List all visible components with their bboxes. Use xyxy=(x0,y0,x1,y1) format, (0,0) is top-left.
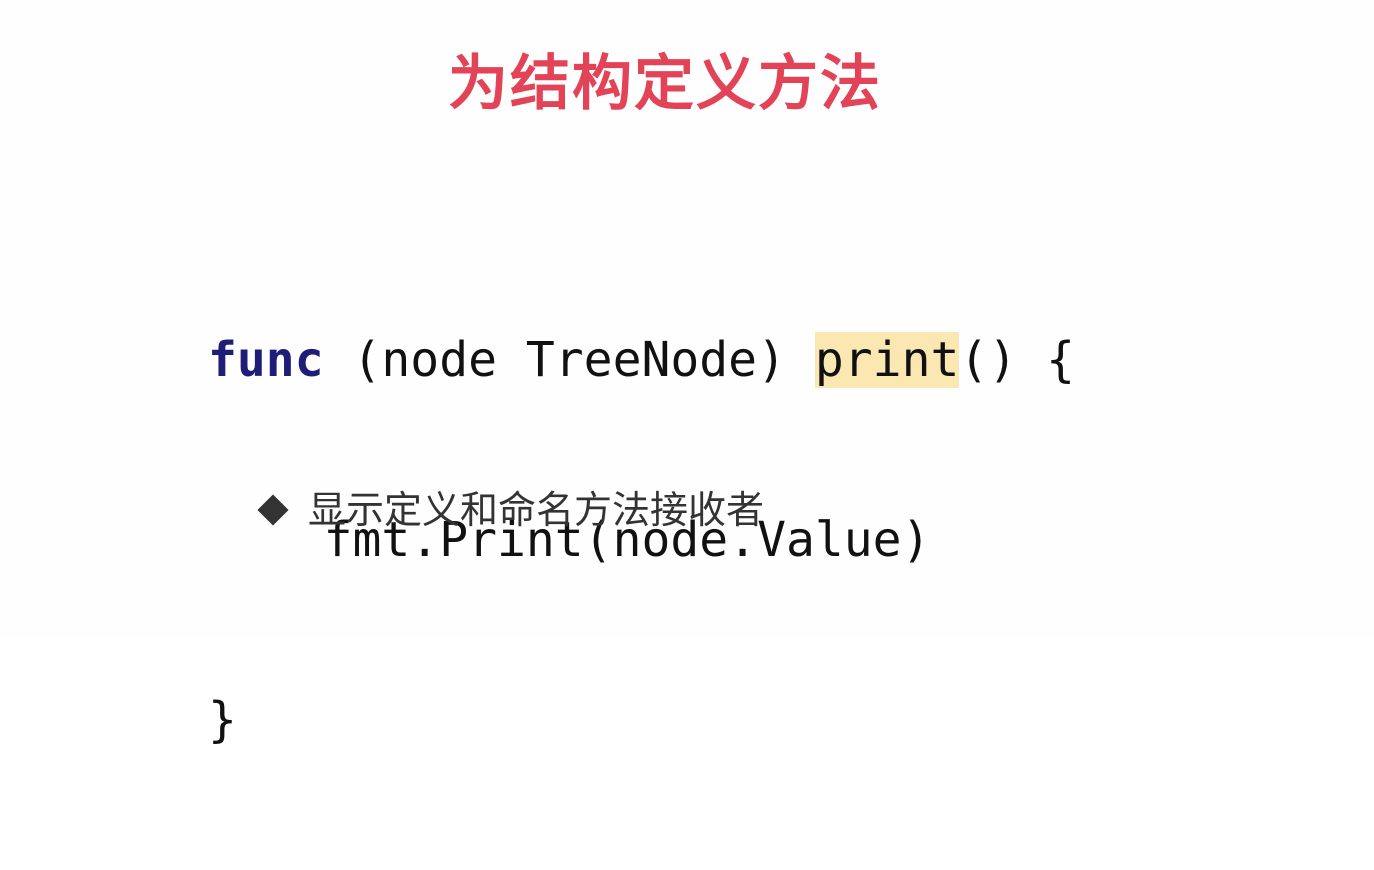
receiver-declaration: (node TreeNode) xyxy=(323,332,815,388)
code-block: func (node TreeNode) print() { fmt.Print… xyxy=(208,210,1075,870)
diamond-icon xyxy=(257,494,289,526)
func-keyword: func xyxy=(208,332,324,388)
bullet-point: 显示定义和命名方法接收者 xyxy=(257,484,765,536)
method-signature-rest: () { xyxy=(959,332,1075,388)
code-line-3: } xyxy=(208,692,237,748)
code-line-1: func (node TreeNode) print() { xyxy=(208,330,1075,390)
method-name-highlight: print xyxy=(814,332,960,388)
bullet-text: 显示定义和命名方法接收者 xyxy=(308,488,765,532)
slide-title: 为结构定义方法 xyxy=(448,49,882,119)
slide: 为结构定义方法 func (node TreeNode) print() { f… xyxy=(0,0,1374,748)
